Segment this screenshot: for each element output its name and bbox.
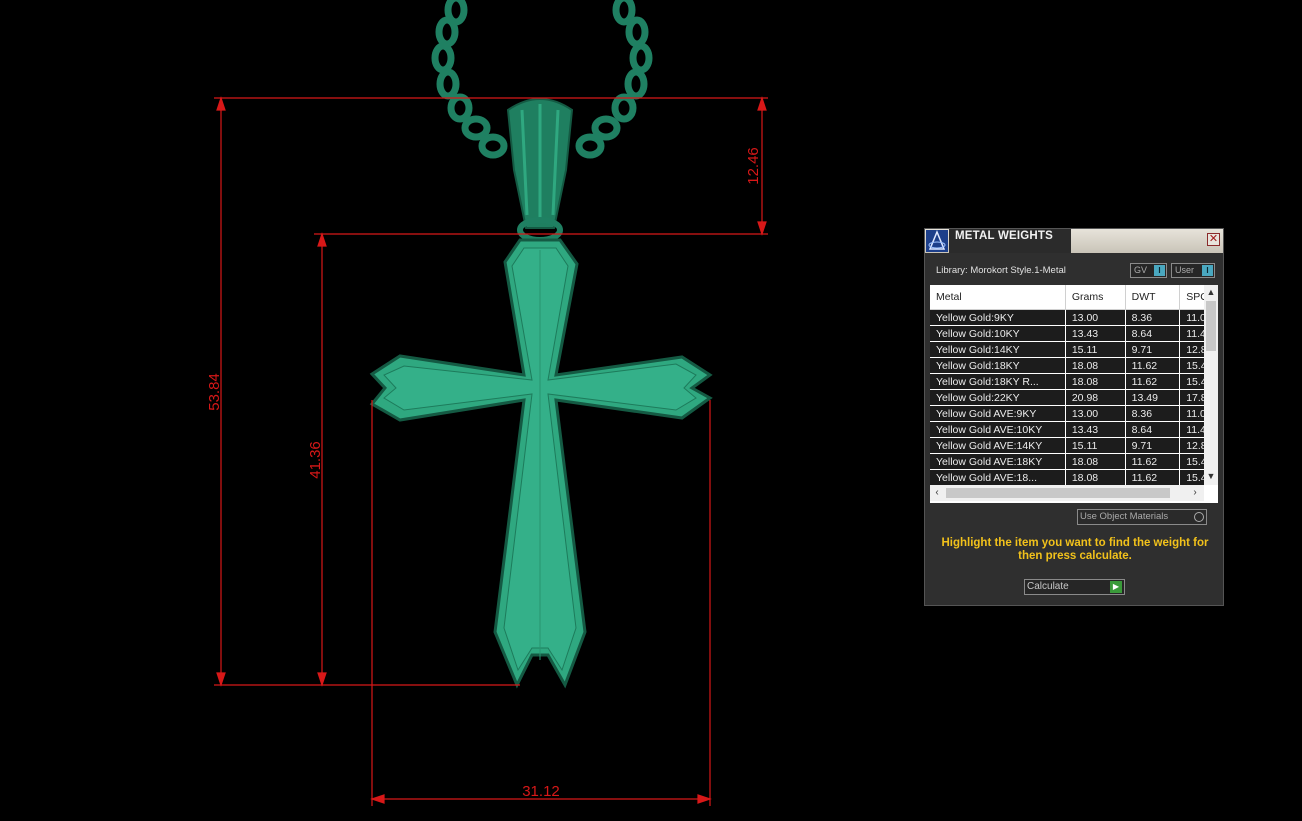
table-row[interactable]: Yellow Gold:9KY 13.00 8.36 11.08 xyxy=(930,309,1218,326)
close-icon[interactable]: ✕ xyxy=(1207,233,1220,246)
dwt-cell: 11.62 xyxy=(1125,453,1181,470)
grams-cell: 18.08 xyxy=(1065,469,1126,486)
metal-cell: Yellow Gold:18KY xyxy=(930,357,1066,374)
use-object-materials-toggle[interactable]: Use Object Materials xyxy=(1077,509,1207,525)
dimension-bail-height: 12.46 xyxy=(745,147,762,185)
calculate-button[interactable]: Calculate ▶ xyxy=(1024,579,1125,595)
dwt-cell: 9.71 xyxy=(1125,341,1181,358)
gv-toggle-knob: I xyxy=(1154,265,1165,276)
table-row[interactable]: Yellow Gold:14KY 15.11 9.71 12.88 xyxy=(930,341,1218,358)
bail xyxy=(506,98,574,243)
dimension-total-height: 53.84 xyxy=(206,373,223,411)
dwt-cell: 8.64 xyxy=(1125,421,1181,438)
dwt-cell: 8.36 xyxy=(1125,405,1181,422)
library-label: Library: Morokort Style.1-Metal xyxy=(936,265,1066,276)
grams-cell: 20.98 xyxy=(1065,389,1126,406)
dimension-lines xyxy=(214,96,768,806)
dimension-cross-height: 41.36 xyxy=(307,441,324,479)
grams-cell: 13.43 xyxy=(1065,325,1126,342)
dwt-cell: 11.62 xyxy=(1125,357,1181,374)
play-icon: ▶ xyxy=(1110,581,1122,593)
calculate-label: Calculate xyxy=(1027,581,1069,592)
metal-cell: Yellow Gold:22KY xyxy=(930,389,1066,406)
user-toggle[interactable]: User I xyxy=(1171,263,1215,278)
metal-cell: Yellow Gold:14KY xyxy=(930,341,1066,358)
dwt-cell: 11.62 xyxy=(1125,373,1181,390)
grams-cell: 18.08 xyxy=(1065,357,1126,374)
scroll-up-icon[interactable]: ▲ xyxy=(1204,285,1218,299)
use-object-materials-label: Use Object Materials xyxy=(1080,511,1169,522)
table-row[interactable]: Yellow Gold AVE:14KY 15.11 9.71 12.88 xyxy=(930,437,1218,454)
metal-cell: Yellow Gold:9KY xyxy=(930,309,1066,326)
column-header-dwt[interactable]: DWT xyxy=(1125,285,1181,310)
user-toggle-knob: I xyxy=(1202,265,1213,276)
metal-weights-panel: METAL WEIGHTS ✕ Library: Morokort Style.… xyxy=(924,228,1224,606)
dwt-cell: 13.49 xyxy=(1125,389,1181,406)
metal-cell: Yellow Gold AVE:9KY xyxy=(930,405,1066,422)
dwt-cell: 8.64 xyxy=(1125,325,1181,342)
metal-cell: Yellow Gold AVE:10KY xyxy=(930,421,1066,438)
gv-toggle[interactable]: GV I xyxy=(1130,263,1167,278)
metal-table[interactable]: Metal Grams DWT SPG Yellow Gold:9KY 13.00… xyxy=(930,285,1218,503)
user-toggle-label: User xyxy=(1175,265,1195,275)
metal-cell: Yellow Gold AVE:18... xyxy=(930,469,1066,486)
dwt-cell: 9.71 xyxy=(1125,437,1181,454)
table-row[interactable]: Yellow Gold AVE:18KY 18.08 11.62 15.41 xyxy=(930,453,1218,470)
app-logo-icon xyxy=(926,230,948,252)
hint-text: Highlight the item you want to find the … xyxy=(941,537,1209,562)
dimension-width: 31.12 xyxy=(522,783,560,800)
gv-toggle-label: GV xyxy=(1134,265,1148,275)
column-header-metal[interactable]: Metal xyxy=(930,285,1066,310)
table-row[interactable]: Yellow Gold AVE:9KY 13.00 8.36 11.08 xyxy=(930,405,1218,422)
table-row[interactable]: Yellow Gold AVE:18... 18.08 11.62 15.41 xyxy=(930,469,1218,486)
column-header-grams[interactable]: Grams xyxy=(1065,285,1126,310)
grams-cell: 13.00 xyxy=(1065,405,1126,422)
dwt-cell: 11.62 xyxy=(1125,469,1181,486)
radio-icon xyxy=(1194,512,1204,522)
grams-cell: 18.08 xyxy=(1065,453,1126,470)
grams-cell: 13.00 xyxy=(1065,309,1126,326)
table-row[interactable]: Yellow Gold:18KY 18.08 11.62 15.41 xyxy=(930,357,1218,374)
table-row[interactable]: Yellow Gold:10KY 13.43 8.64 11.43 xyxy=(930,325,1218,342)
grams-cell: 13.43 xyxy=(1065,421,1126,438)
grams-cell: 15.11 xyxy=(1065,437,1126,454)
table-row[interactable]: Yellow Gold:18KY R... 18.08 11.62 15.41 xyxy=(930,373,1218,390)
table-row[interactable]: Yellow Gold AVE:10KY 13.43 8.64 11.45 xyxy=(930,421,1218,438)
metal-cell: Yellow Gold:10KY xyxy=(930,325,1066,342)
table-row[interactable]: Yellow Gold:22KY 20.98 13.49 17.89 xyxy=(930,389,1218,406)
horizontal-scrollbar[interactable]: ‹ › xyxy=(930,485,1204,501)
vertical-scrollbar[interactable]: ▲ ▼ xyxy=(1204,285,1218,485)
dwt-cell: 8.36 xyxy=(1125,309,1181,326)
panel-titlebar[interactable]: METAL WEIGHTS ✕ xyxy=(925,229,1223,253)
grams-cell: 15.11 xyxy=(1065,341,1126,358)
scroll-down-icon[interactable]: ▼ xyxy=(1204,469,1218,483)
metal-cell: Yellow Gold AVE:18KY xyxy=(930,453,1066,470)
metal-cell: Yellow Gold AVE:14KY xyxy=(930,437,1066,454)
metal-cell: Yellow Gold:18KY R... xyxy=(930,373,1066,390)
horizontal-scroll-thumb[interactable] xyxy=(946,488,1170,498)
scroll-left-icon[interactable]: ‹ xyxy=(930,485,944,501)
vertical-scroll-thumb[interactable] xyxy=(1206,301,1216,351)
scroll-right-icon[interactable]: › xyxy=(1188,485,1202,501)
cross-pendant xyxy=(369,238,713,689)
panel-title: METAL WEIGHTS xyxy=(955,230,1054,242)
grams-cell: 18.08 xyxy=(1065,373,1126,390)
